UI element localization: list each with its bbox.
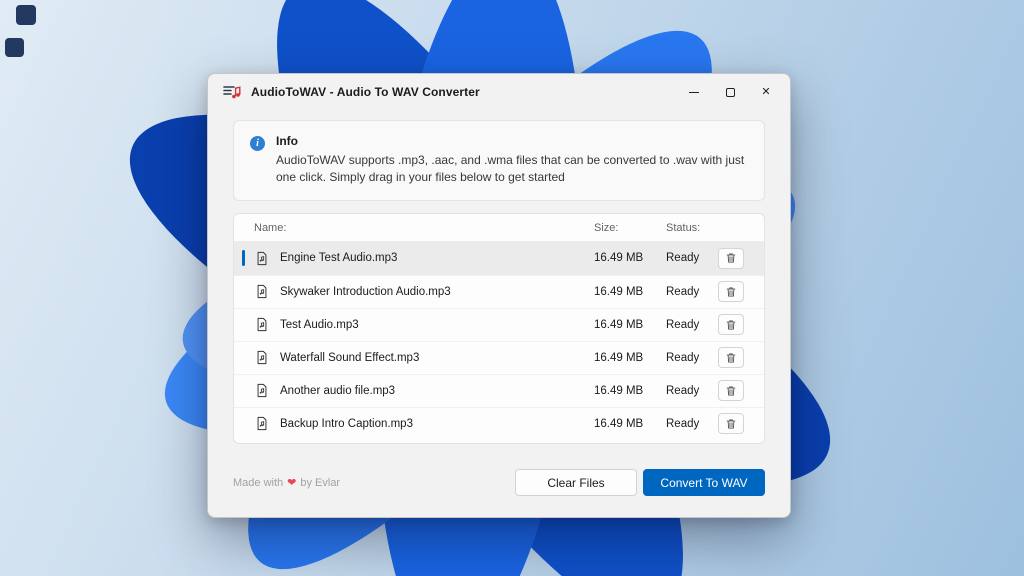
credit-suffix: by Evlar xyxy=(300,476,341,489)
file-size: 16.49 MB xyxy=(594,384,644,397)
trash-icon xyxy=(726,386,736,396)
maximize-icon xyxy=(725,87,735,97)
delete-file-button[interactable] xyxy=(718,347,744,369)
file-status: Ready xyxy=(666,318,700,331)
info-body: AudioToWAV supports .mp3, .aac, and .wma… xyxy=(276,153,745,184)
heart-icon: ❤ xyxy=(287,477,297,489)
file-row[interactable]: Another audio file.mp3 16.49 MB Ready xyxy=(234,373,764,407)
file-name: Engine Test Audio.mp3 xyxy=(280,252,398,265)
footer-actions: Clear Files Convert To WAV xyxy=(515,469,765,496)
trash-icon xyxy=(726,253,736,263)
info-panel: i Info AudioToWAV supports .mp3, .aac, a… xyxy=(233,120,765,201)
trash-icon xyxy=(726,320,736,330)
file-status: Ready xyxy=(666,252,700,265)
audio-file-icon xyxy=(244,251,280,266)
delete-file-button[interactable] xyxy=(718,247,744,269)
credit-text: Made with ❤ by Evlar xyxy=(233,476,341,490)
file-status: Ready xyxy=(666,351,700,364)
delete-file-button[interactable] xyxy=(718,281,744,303)
audio-file-icon xyxy=(244,317,280,332)
file-size: 16.49 MB xyxy=(594,285,644,298)
credit-prefix: Made with xyxy=(233,476,284,489)
desktop-icon[interactable] xyxy=(16,5,36,25)
file-status: Ready xyxy=(666,384,700,397)
audio-file-icon xyxy=(244,383,280,398)
trash-icon xyxy=(726,287,736,297)
file-size: 16.49 MB xyxy=(594,417,644,430)
file-row[interactable]: Test Audio.mp3 16.49 MB Ready xyxy=(234,307,764,341)
info-title: Info xyxy=(276,134,298,148)
info-text-block: Info AudioToWAV supports .mp3, .aac, and… xyxy=(276,134,748,186)
app-icon xyxy=(222,83,242,101)
file-row[interactable]: Backup Intro Caption.mp3 16.49 MB Ready xyxy=(234,406,764,440)
app-window: AudioToWAV - Audio To WAV Converter ✕ i … xyxy=(207,73,791,518)
file-name: Backup Intro Caption.mp3 xyxy=(280,417,413,430)
trash-icon xyxy=(726,353,736,363)
desktop-icon[interactable] xyxy=(5,38,24,57)
file-size: 16.49 MB xyxy=(594,351,644,364)
clear-files-button[interactable]: Clear Files xyxy=(515,469,637,496)
close-button[interactable]: ✕ xyxy=(748,78,784,106)
file-status: Ready xyxy=(666,285,700,298)
info-icon: i xyxy=(250,136,265,151)
column-header-size: Size: xyxy=(594,221,619,234)
file-name: Skywaker Introduction Audio.mp3 xyxy=(280,285,451,298)
audio-file-icon xyxy=(244,416,280,431)
selection-indicator xyxy=(242,250,245,267)
file-status: Ready xyxy=(666,417,700,430)
trash-icon xyxy=(726,419,736,429)
titlebar[interactable]: AudioToWAV - Audio To WAV Converter ✕ xyxy=(208,74,790,110)
delete-file-button[interactable] xyxy=(718,314,744,336)
file-size: 16.49 MB xyxy=(594,252,644,265)
file-list-header: Name: Size: Status: xyxy=(234,214,764,242)
close-icon: ✕ xyxy=(761,85,771,98)
audio-file-icon xyxy=(244,284,280,299)
file-list: Name: Size: Status: Engine Test Audio.mp… xyxy=(233,212,765,444)
delete-file-button[interactable] xyxy=(718,413,744,435)
column-header-name: Name: xyxy=(254,221,287,234)
minimize-icon xyxy=(689,91,699,93)
window-title: AudioToWAV - Audio To WAV Converter xyxy=(251,85,480,99)
column-header-status: Status: xyxy=(666,221,701,234)
window-footer: Made with ❤ by Evlar Clear Files Convert… xyxy=(233,469,765,496)
file-name: Test Audio.mp3 xyxy=(280,318,359,331)
file-row[interactable]: Engine Test Audio.mp3 16.49 MB Ready xyxy=(234,241,764,275)
file-name: Another audio file.mp3 xyxy=(280,384,396,397)
file-size: 16.49 MB xyxy=(594,318,644,331)
window-controls: ✕ xyxy=(676,78,784,106)
delete-file-button[interactable] xyxy=(718,380,744,402)
convert-to-wav-button[interactable]: Convert To WAV xyxy=(643,469,765,496)
audio-file-icon xyxy=(244,350,280,365)
window-content: i Info AudioToWAV supports .mp3, .aac, a… xyxy=(208,110,790,517)
file-row[interactable]: Skywaker Introduction Audio.mp3 16.49 MB… xyxy=(234,274,764,308)
file-row[interactable]: Waterfall Sound Effect.mp3 16.49 MB Read… xyxy=(234,340,764,374)
maximize-button[interactable] xyxy=(712,78,748,106)
minimize-button[interactable] xyxy=(676,78,712,106)
file-name: Waterfall Sound Effect.mp3 xyxy=(280,351,420,364)
